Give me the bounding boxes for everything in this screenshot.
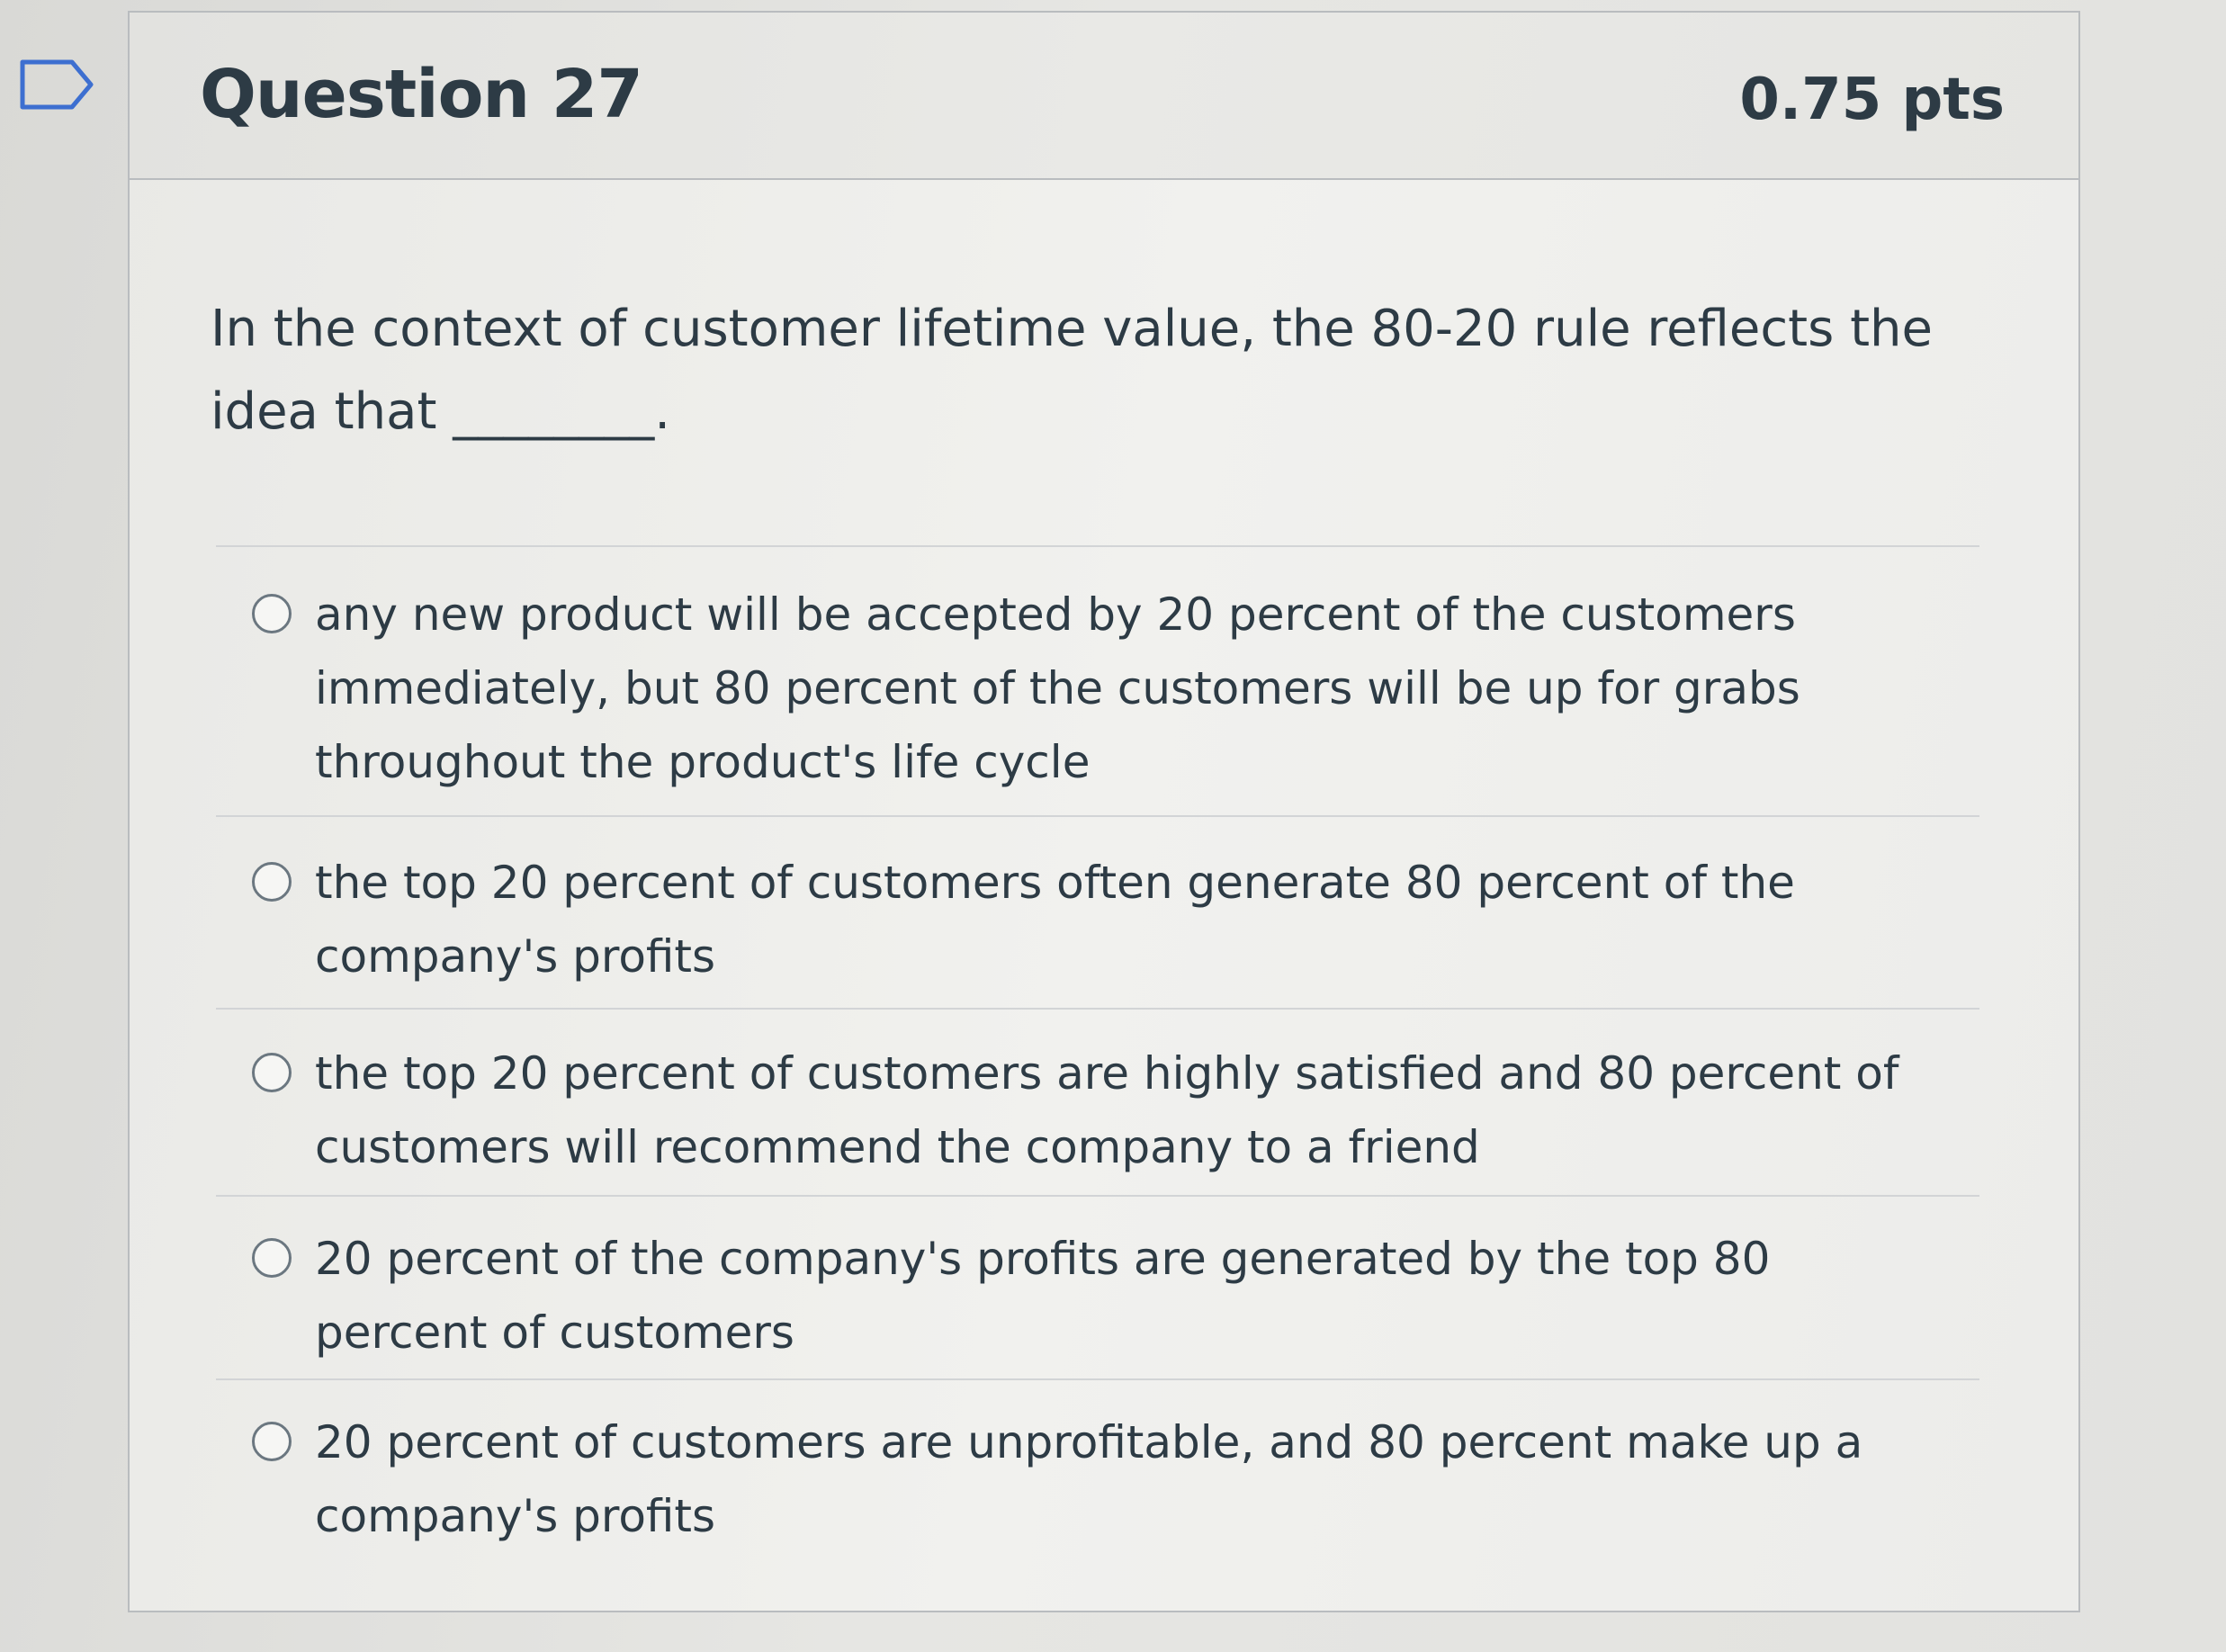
answer-option-2[interactable]: the top 20 percent of customers often ge… (216, 815, 1979, 1008)
answer-option-1[interactable]: any new product will be accepted by 20 p… (216, 545, 1979, 815)
radio-button[interactable] (252, 1238, 292, 1278)
quiz-screen: Question 27 0.75 pts In the context of c… (0, 0, 2226, 1652)
answer-label: the top 20 percent of customers are high… (315, 1047, 1899, 1173)
question-points: 0.75 pts (1739, 67, 2005, 133)
question-text: In the context of customer lifetime valu… (211, 300, 1933, 441)
question-card: Question 27 0.75 pts In the context of c… (128, 11, 2080, 1612)
answer-label: 20 percent of customers are unprofitable… (315, 1416, 1863, 1542)
answer-list: any new product will be accepted by 20 p… (216, 545, 1979, 1558)
flag-question-icon[interactable] (20, 59, 94, 110)
question-header: Question 27 0.75 pts (130, 13, 2078, 180)
radio-button[interactable] (252, 594, 292, 633)
answer-option-4[interactable]: 20 percent of the company's profits are … (216, 1195, 1979, 1378)
answer-option-3[interactable]: the top 20 percent of customers are high… (216, 1008, 1979, 1195)
question-title: Question 27 (200, 56, 643, 133)
answer-label: 20 percent of the company's profits are … (315, 1233, 1771, 1359)
answer-label: any new product will be accepted by 20 p… (315, 588, 1800, 788)
radio-button[interactable] (252, 862, 292, 902)
radio-button[interactable] (252, 1422, 292, 1461)
answer-option-5[interactable]: 20 percent of customers are unprofitable… (216, 1378, 1979, 1558)
answer-label: the top 20 percent of customers often ge… (315, 857, 1795, 983)
radio-button[interactable] (252, 1053, 292, 1092)
